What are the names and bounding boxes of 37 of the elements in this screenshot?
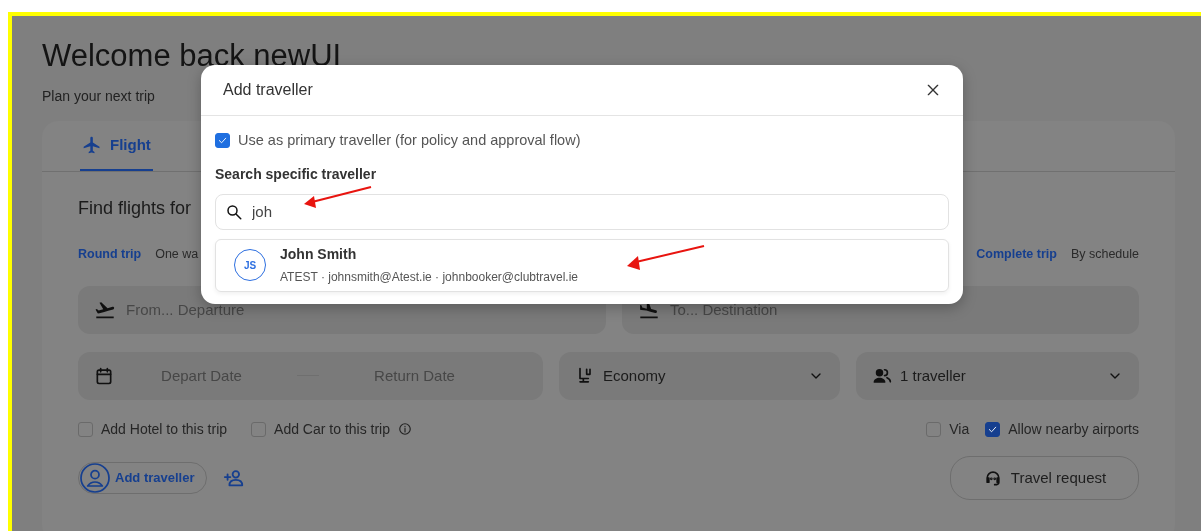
modal-title: Add traveller xyxy=(223,80,313,100)
calendar-icon xyxy=(94,365,114,386)
cabin-class-select[interactable]: Economy xyxy=(559,351,840,400)
page-subtitle: Plan your next trip xyxy=(42,87,155,106)
plane-icon xyxy=(82,135,102,155)
checkbox[interactable] xyxy=(251,421,267,437)
page-title: Welcome back newUI xyxy=(42,38,342,74)
trip-type-link[interactable]: Round trip xyxy=(78,245,142,264)
checkbox[interactable] xyxy=(215,133,230,149)
search-icon xyxy=(225,202,243,221)
section-heading: Find flights for xyxy=(78,197,192,220)
close-button[interactable] xyxy=(925,82,941,98)
checkbox[interactable] xyxy=(985,421,1001,437)
result-details: ATEST · johnsmith@Atest.ie · johnbooker@clubtravel.ie xyxy=(280,269,579,287)
option-label: Via xyxy=(949,419,970,439)
travel-request-button[interactable]: Travel request xyxy=(950,455,1139,500)
checkbox[interactable] xyxy=(926,421,942,437)
trip-type-link[interactable]: One wa xyxy=(155,245,199,264)
annotation-arrow xyxy=(304,186,372,208)
journey-mode-link[interactable]: By schedule xyxy=(1070,245,1139,264)
person-icon xyxy=(79,461,111,494)
search-field[interactable]: joh xyxy=(215,193,949,230)
select-value: 1 traveller xyxy=(900,365,966,386)
option-label: Allow nearby airports xyxy=(1008,419,1139,439)
tab[interactable]: Flight xyxy=(80,121,153,171)
checkbox-label: Use as primary traveller (for policy and approval flow) xyxy=(238,131,581,150)
info-icon xyxy=(398,422,412,437)
field-label: Search specific traveller xyxy=(215,164,378,184)
result-name: John Smith xyxy=(280,245,358,265)
journey-mode-link[interactable]: Complete trip xyxy=(976,245,1057,264)
travellers-select[interactable]: 1 traveller xyxy=(856,351,1139,400)
select-value: Economy xyxy=(603,365,666,386)
checkbox[interactable] xyxy=(78,421,93,437)
search-result[interactable]: JS John Smith ATEST · johnsmith@Atest.ie · johnbooker@clubtravel.ie xyxy=(215,238,949,292)
option-label: Add Car to this trip xyxy=(274,419,390,439)
close-icon xyxy=(925,82,941,98)
option-label: Add Hotel to this trip xyxy=(101,419,228,439)
